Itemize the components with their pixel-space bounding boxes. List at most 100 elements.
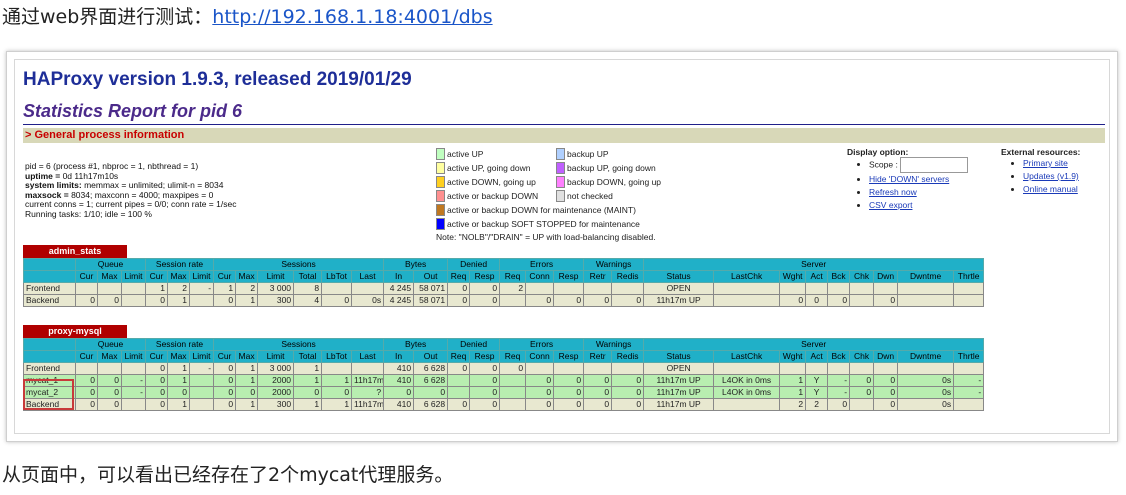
table-cell: OPEN — [643, 362, 715, 375]
column-group-header: Session rate — [145, 258, 215, 271]
table-cell: 2 — [499, 282, 527, 295]
column-group-header: Denied — [447, 258, 501, 271]
table-cell: 0 — [525, 398, 555, 411]
csv-export-link[interactable]: CSV export — [869, 200, 912, 210]
column-header: Dwn — [873, 270, 899, 283]
column-header: Out — [413, 270, 449, 283]
table-cell — [499, 386, 527, 399]
primary-site-link[interactable]: Primary site — [1023, 158, 1068, 168]
table-cell: ? — [351, 386, 385, 399]
proxy-name-admin-stats[interactable]: admin_stats — [23, 245, 127, 258]
table-cell: 0 — [321, 386, 353, 399]
column-header: Resp — [553, 350, 585, 363]
table-cell: 0 — [469, 398, 501, 411]
column-group-header: Bytes — [383, 258, 449, 271]
column-header: Act — [805, 270, 829, 283]
stats-url-link[interactable]: http://192.168.1.18:4001/dbs — [212, 6, 492, 28]
table-cell: 6 628 — [413, 362, 449, 375]
column-header: Max — [235, 270, 259, 283]
column-header: LbTot — [321, 350, 353, 363]
table-cell — [897, 362, 955, 375]
table-row: mycat_2 0 0-0 0 0 0 2000 0 0? 0 0 0 0 0 0 0 11h17m UP L4O… — [23, 386, 985, 399]
column-header: Conn — [525, 270, 555, 283]
table-cell: 1 — [167, 398, 191, 411]
row-name[interactable]: Frontend — [23, 282, 76, 295]
legend-label: active or backup SOFT STOPPED for mainte… — [447, 219, 640, 229]
table-cell — [189, 386, 215, 399]
column-header: Dwntme — [897, 350, 955, 363]
legend-swatch — [436, 218, 445, 230]
table-cell: 11h17m UP — [643, 294, 715, 307]
legend-label: backup UP — [567, 149, 609, 159]
column-header — [23, 270, 76, 283]
table-cell: 0 — [827, 398, 851, 411]
scope-input[interactable] — [899, 157, 968, 173]
table-cell: 1 — [213, 282, 237, 295]
table-cell — [713, 294, 781, 307]
proxy-name-proxy-mysql[interactable]: proxy-mysql — [23, 325, 127, 338]
table-cell — [120, 294, 147, 307]
column-header: Status — [643, 270, 715, 283]
table-cell — [713, 398, 781, 411]
table-cell: 0 — [583, 294, 613, 307]
hide-down-link[interactable]: Hide 'DOWN' servers — [869, 174, 949, 184]
table-cell: 0 — [447, 362, 471, 375]
column-group-header: Queue — [74, 258, 147, 271]
column-header: Limit — [189, 270, 215, 283]
table-cell: 0 — [447, 282, 471, 295]
legend-swatch — [436, 204, 445, 216]
column-group-header: Queue — [74, 338, 147, 351]
table-cell — [779, 282, 807, 295]
table-cell: 2 — [235, 282, 259, 295]
table-cell: 0 — [553, 398, 585, 411]
column-header: Resp — [553, 270, 585, 283]
table-cell: 0 — [97, 294, 122, 307]
table-cell: 0 — [75, 386, 98, 399]
table-cell: 1 — [235, 374, 259, 387]
scope-item: Scope : — [869, 157, 968, 173]
updates-link[interactable]: Updates (v1.9) — [1023, 171, 1079, 181]
table-cell: OPEN — [643, 282, 715, 295]
column-header: Cur — [145, 350, 169, 363]
table-cell: 0 — [469, 386, 501, 399]
admin-stats-table: Queue Session rate Sessions Bytes Denied Erro… — [23, 258, 985, 307]
table-cell: 1 — [145, 282, 169, 295]
column-header: Req — [499, 270, 527, 283]
table-cell — [873, 362, 899, 375]
table-cell: 1 — [167, 294, 191, 307]
table-cell — [779, 362, 807, 375]
refresh-now-link[interactable]: Refresh now — [869, 187, 917, 197]
legend-swatch — [436, 162, 445, 174]
column-group-header: Server — [643, 258, 985, 271]
table-cell: 1 — [779, 374, 807, 387]
intro-text: 通过web界面进行测试：http://192.168.1.18:4001/dbs — [2, 4, 493, 30]
legend-item: not checked — [556, 190, 613, 203]
table-cell — [713, 362, 781, 375]
legend-swatch — [556, 148, 565, 160]
table-cell: 0 — [611, 386, 645, 399]
table-cell: 0 — [805, 294, 829, 307]
column-group-header: Errors — [499, 258, 585, 271]
table-cell: 1 — [321, 374, 353, 387]
table-cell: 0 — [447, 294, 471, 307]
table-cell: 0 — [235, 386, 259, 399]
table-cell — [897, 282, 955, 295]
table-cell: 0 — [469, 294, 501, 307]
table-cell — [351, 282, 385, 295]
table-cell: 0 — [827, 294, 851, 307]
column-header: LbTot — [321, 270, 353, 283]
table-cell: 0s — [897, 386, 955, 399]
section-header-general: > General process information — [23, 128, 1105, 143]
column-group-header: Bytes — [383, 338, 449, 351]
table-cell: 1 — [235, 294, 259, 307]
row-name[interactable]: Frontend — [23, 362, 76, 375]
table-cell: 0 — [849, 386, 875, 399]
table-cell: 1 — [167, 362, 191, 375]
online-manual-link[interactable]: Online manual — [1023, 184, 1078, 194]
table-cell: 11h17m UP — [643, 398, 715, 411]
column-header: Resp — [469, 350, 501, 363]
column-header: Out — [413, 350, 449, 363]
table-cell: Y — [805, 374, 829, 387]
row-name[interactable]: Backend — [23, 294, 76, 307]
table-cell — [321, 362, 353, 375]
